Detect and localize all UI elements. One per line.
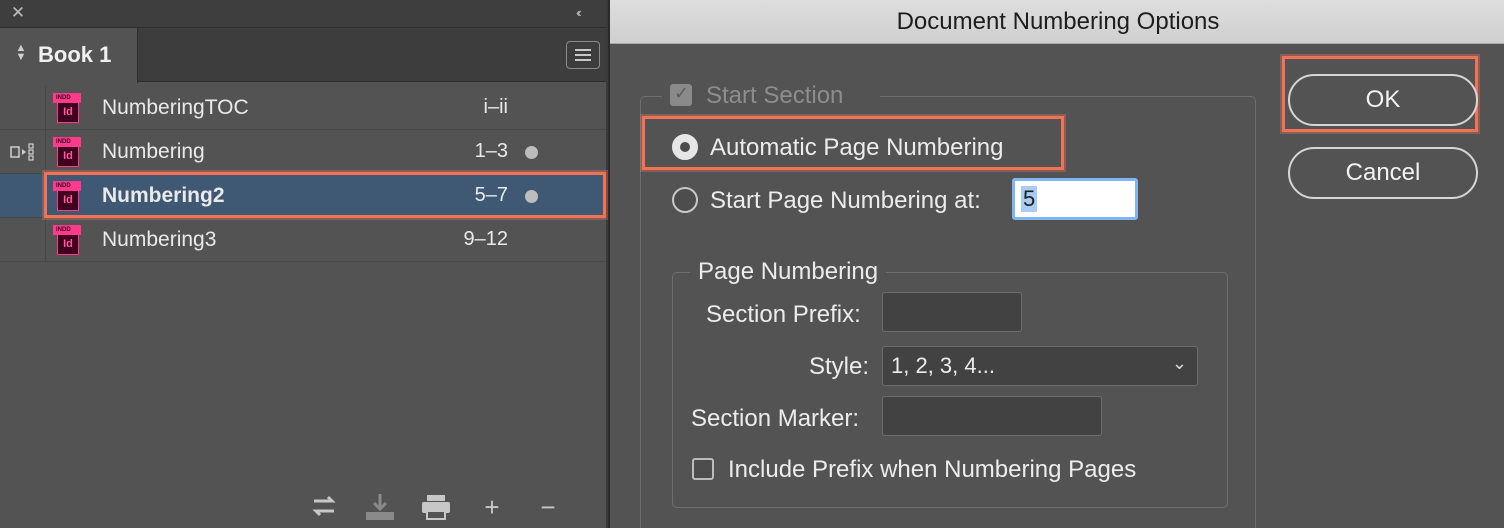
section-marker-label: Section Marker:: [691, 405, 860, 432]
document-name: Numbering3: [102, 228, 217, 251]
document-name: Numbering2: [102, 184, 225, 207]
dialog-title-bar: Document Numbering Options: [610, 0, 1504, 44]
document-page-range: 9–12: [463, 228, 509, 250]
section-prefix-label: Section Prefix:: [706, 301, 861, 328]
document-row[interactable]: INDD Id Numbering3 9–12: [0, 218, 606, 262]
book-panel: ✕ ‹‹ ▲ ▼ Book 1 INDD Id NumberingTOC i–ii: [0, 0, 606, 528]
plus-icon[interactable]: +: [472, 490, 512, 524]
dialog-title: Document Numbering Options: [896, 8, 1220, 35]
book-document-list: INDD Id NumberingTOC i–ii INDD Id Number…: [0, 86, 606, 262]
document-page-range: 5–7: [474, 184, 508, 206]
page-numbering-legend: Page Numbering: [690, 258, 887, 286]
synchronize-icon[interactable]: [304, 490, 344, 524]
start-section-label: Start Section: [706, 82, 844, 109]
hamburger-icon: [575, 49, 591, 51]
indd-file-icon: INDD Id: [53, 93, 81, 123]
document-status-dot: [525, 146, 538, 159]
style-label: Style:: [809, 353, 870, 380]
start-page-numbering-label[interactable]: Start Page Numbering at:: [710, 187, 981, 215]
style-dropdown-value: 1, 2, 3, 4...: [891, 353, 995, 378]
document-status-dot: [525, 190, 538, 203]
document-page-range: 1–3: [474, 140, 508, 162]
document-row-selected[interactable]: INDD Id Numbering2 5–7: [0, 174, 606, 218]
document-numbering-dialog: Document Numbering Options Start Section…: [608, 0, 1504, 528]
indd-file-icon: INDD Id: [53, 225, 81, 255]
save-book-icon[interactable]: [360, 490, 400, 524]
start-page-number-field[interactable]: 5: [1012, 178, 1138, 220]
start-page-numbering-radio[interactable]: [672, 187, 698, 213]
panel-tab-strip: ▲ ▼ Book 1: [0, 28, 606, 83]
collapse-panel-icon[interactable]: ‹‹: [576, 4, 594, 22]
include-prefix-checkbox[interactable]: [692, 458, 714, 480]
book-tab-label: Book 1: [38, 42, 112, 67]
ok-button[interactable]: OK: [1288, 74, 1478, 126]
section-prefix-field[interactable]: [882, 292, 1022, 332]
document-name: NumberingTOC: [102, 96, 249, 119]
cancel-button[interactable]: Cancel: [1288, 147, 1478, 199]
automatic-numbering-annotation-box: [642, 116, 1064, 170]
document-name: Numbering: [102, 140, 205, 163]
chevron-down-icon: ⌄: [1171, 353, 1187, 373]
print-icon[interactable]: [416, 490, 456, 524]
document-row[interactable]: INDD Id Numbering 1–3: [0, 130, 606, 174]
style-source-column[interactable]: [0, 218, 46, 262]
minus-icon[interactable]: −: [528, 490, 568, 524]
document-page-range: i–ii: [483, 96, 508, 118]
start-section-checkbox[interactable]: [670, 83, 692, 106]
include-prefix-label[interactable]: Include Prefix when Numbering Pages: [728, 456, 1136, 484]
book-tab[interactable]: ▲ ▼ Book 1: [0, 28, 138, 83]
style-source-column: [0, 86, 46, 130]
style-source-column[interactable]: [0, 174, 46, 218]
indd-file-icon: INDD Id: [53, 181, 81, 211]
section-marker-field[interactable]: [882, 396, 1102, 436]
style-dropdown[interactable]: 1, 2, 3, 4... ⌄: [882, 346, 1198, 386]
document-row[interactable]: INDD Id NumberingTOC i–ii: [0, 86, 606, 130]
style-source-column[interactable]: [0, 130, 46, 174]
tab-reorder-icon: ▲ ▼: [15, 42, 27, 63]
style-source-icon: [10, 143, 34, 161]
book-panel-footer: + −: [300, 490, 580, 524]
close-icon[interactable]: ✕: [9, 4, 27, 22]
panel-title-bar: ✕ ‹‹: [0, 0, 606, 28]
indd-file-icon: INDD Id: [53, 137, 81, 167]
panel-menu-button[interactable]: [566, 41, 600, 69]
